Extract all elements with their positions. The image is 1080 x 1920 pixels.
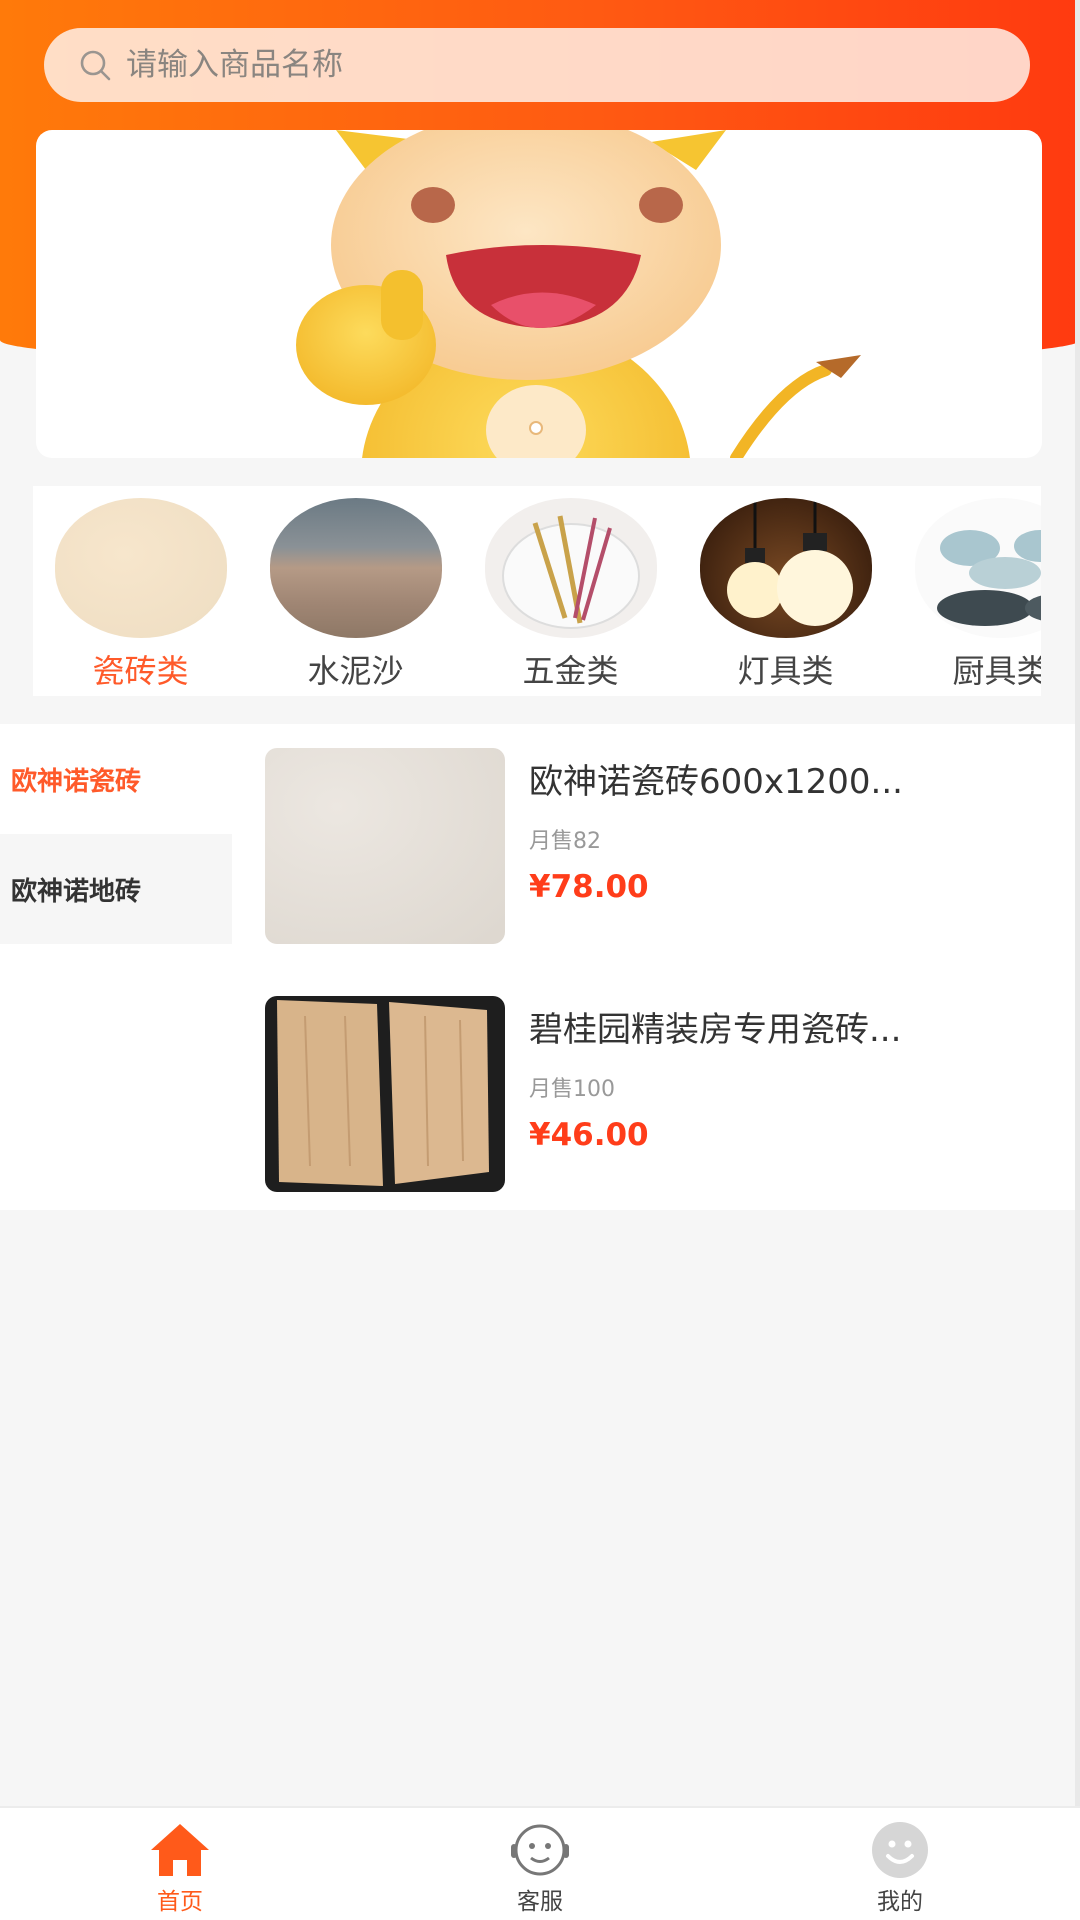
category-strip: 瓷砖类 水泥沙 五金类 灯具类 厨具类 (33, 486, 1041, 696)
product-price: ¥78.00 (529, 869, 649, 905)
tile-category-image (54, 498, 227, 638)
tab-label: 我的 (877, 1889, 923, 1915)
product-monthly-sales: 月售100 (529, 1077, 615, 1102)
category-tile-kitchenware[interactable]: 厨具类 (893, 486, 1041, 696)
search-input[interactable] (126, 47, 926, 83)
customer-service-icon (511, 1824, 569, 1876)
product-card[interactable]: 碧桂园精装房专用瓷砖... 月售100 ¥46.00 (265, 996, 1055, 1192)
sidebar-item-oceano-floor-tiles[interactable]: 欧神诺地砖 (0, 834, 232, 944)
bottom-tab-bar: 首页 客服 我的 (0, 1806, 1080, 1920)
category-tile-hardware[interactable]: 五金类 (463, 486, 678, 696)
search-bar[interactable] (44, 28, 1030, 102)
category-tile-cement[interactable]: 水泥沙 (248, 486, 463, 696)
tab-customer-service[interactable]: 客服 (360, 1808, 720, 1920)
banner-carousel[interactable] (36, 130, 1042, 458)
cement-category-image (269, 498, 442, 638)
category-label: 五金类 (522, 652, 619, 690)
search-icon (80, 50, 111, 81)
sidebar-item-oceano-tiles[interactable]: 欧神诺瓷砖 (0, 724, 232, 834)
tab-label: 客服 (517, 1889, 563, 1915)
scrollbar-track (1075, 0, 1080, 1806)
lighting-category-image (699, 498, 872, 638)
category-label: 瓷砖类 (92, 652, 189, 690)
category-tile-tiles[interactable]: 瓷砖类 (33, 486, 248, 696)
product-monthly-sales: 月售82 (529, 829, 601, 854)
product-content-area: 欧神诺瓷砖 欧神诺地砖 欧神诺瓷砖600x1200... 月售82 ¥78.00… (0, 724, 1075, 1210)
category-label: 水泥沙 (307, 652, 404, 690)
tab-home[interactable]: 首页 (0, 1808, 360, 1920)
product-price: ¥46.00 (529, 1117, 649, 1153)
product-name: 欧神诺瓷砖600x1200... (529, 762, 903, 802)
profile-icon (872, 1822, 928, 1878)
category-label: 灯具类 (737, 652, 834, 690)
category-tile-lighting[interactable]: 灯具类 (678, 486, 893, 696)
home-icon (151, 1824, 209, 1876)
tab-profile[interactable]: 我的 (720, 1808, 1080, 1920)
category-label: 厨具类 (952, 652, 1041, 690)
product-image (265, 996, 505, 1192)
kitchenware-category-image (914, 498, 1041, 638)
product-image (265, 748, 505, 944)
tab-label: 首页 (157, 1889, 203, 1915)
product-name: 碧桂园精装房专用瓷砖... (529, 1010, 902, 1050)
product-card[interactable]: 欧神诺瓷砖600x1200... 月售82 ¥78.00 (265, 748, 1055, 944)
mascot-banner-image (296, 130, 861, 458)
subcategory-sidebar: 欧神诺瓷砖 欧神诺地砖 (0, 724, 232, 944)
hardware-category-image (484, 498, 657, 638)
